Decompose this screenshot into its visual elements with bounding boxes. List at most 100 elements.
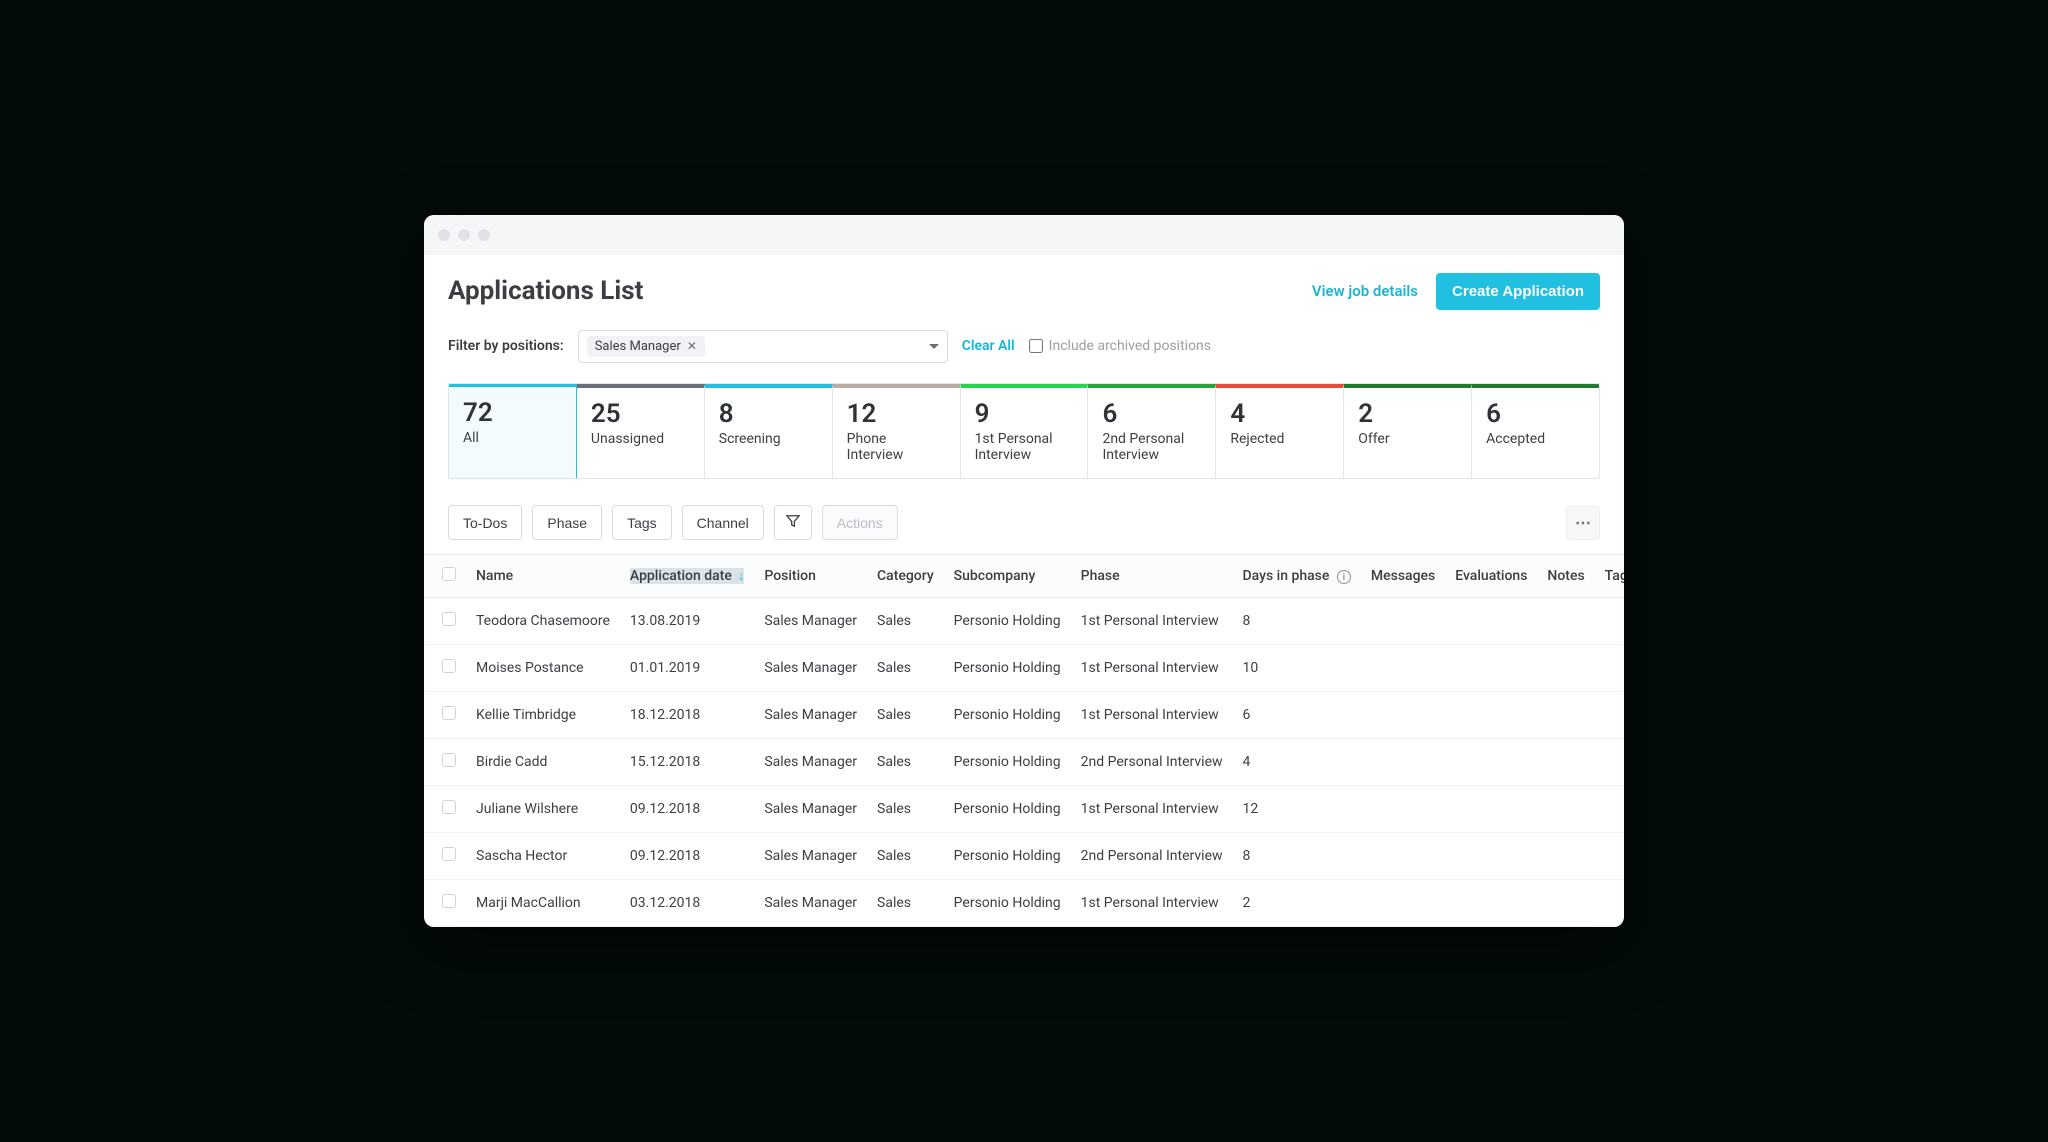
col-application-date[interactable]: Application date ↓	[620, 555, 754, 598]
view-job-details-link[interactable]: View job details	[1312, 282, 1418, 300]
actions-button: Actions	[822, 505, 898, 540]
stage-label: Rejected	[1230, 431, 1329, 448]
cell-phase: 1st Personal Interview	[1071, 692, 1233, 739]
remove-chip-icon[interactable]: ✕	[687, 339, 697, 353]
window-titlebar	[424, 215, 1624, 255]
col-name[interactable]: Name	[466, 555, 620, 598]
stage-tab[interactable]: 62nd Personal Interview	[1088, 384, 1216, 478]
include-archived-checkbox[interactable]	[1029, 339, 1043, 353]
create-application-button[interactable]: Create Application	[1436, 273, 1600, 310]
col-category[interactable]: Category	[867, 555, 944, 598]
row-checkbox[interactable]	[442, 753, 456, 767]
header-actions: View job details Create Application	[1312, 273, 1600, 310]
row-checkbox[interactable]	[442, 800, 456, 814]
stage-tab[interactable]: 25Unassigned	[577, 384, 705, 478]
cell-days: 6	[1233, 692, 1361, 739]
info-icon[interactable]: i	[1337, 570, 1351, 584]
col-days[interactable]: Days in phase i	[1233, 555, 1361, 598]
sort-desc-icon: ↓	[738, 570, 745, 583]
applications-table: Name Application date ↓ Position Categor…	[424, 555, 1624, 927]
stage-tab[interactable]: 8Screening	[705, 384, 833, 478]
filter-todos-button[interactable]: To-Dos	[448, 505, 522, 540]
col-evaluations[interactable]: Evaluations	[1445, 555, 1537, 598]
row-checkbox[interactable]	[442, 659, 456, 673]
clear-all-link[interactable]: Clear All	[962, 338, 1015, 354]
cell-name: Juliane Wilshere	[466, 786, 620, 833]
cell-subcompany: Personio Holding	[944, 598, 1071, 645]
filter-tags-button[interactable]: Tags	[612, 505, 672, 540]
col-days-label: Days in phase	[1243, 568, 1330, 584]
table-row[interactable]: Teodora Chasemoore13.08.2019Sales Manage…	[424, 598, 1624, 645]
filter-icon-button[interactable]	[774, 505, 812, 540]
col-position[interactable]: Position	[754, 555, 867, 598]
filter-phase-button[interactable]: Phase	[532, 505, 602, 540]
cell-evaluations	[1445, 739, 1537, 786]
table-row[interactable]: Marji MacCallion03.12.2018Sales ManagerS…	[424, 880, 1624, 927]
stage-count: 2	[1358, 400, 1457, 429]
window-control-zoom[interactable]	[478, 229, 490, 241]
cell-name: Marji MacCallion	[466, 880, 620, 927]
cell-date: 03.12.2018	[620, 880, 754, 927]
cell-phase: 2nd Personal Interview	[1071, 833, 1233, 880]
cell-subcompany: Personio Holding	[944, 692, 1071, 739]
table-row[interactable]: Birdie Cadd15.12.2018Sales ManagerSalesP…	[424, 739, 1624, 786]
window-control-close[interactable]	[438, 229, 450, 241]
stage-count: 9	[975, 400, 1074, 429]
row-checkbox[interactable]	[442, 847, 456, 861]
cell-position: Sales Manager	[754, 645, 867, 692]
stage-tab[interactable]: 6Accepted	[1472, 384, 1599, 478]
cell-subcompany: Personio Holding	[944, 786, 1071, 833]
cell-name: Sascha Hector	[466, 833, 620, 880]
table-row[interactable]: Kellie Timbridge18.12.2018Sales ManagerS…	[424, 692, 1624, 739]
cell-notes	[1537, 739, 1594, 786]
cell-date: 15.12.2018	[620, 739, 754, 786]
select-all-checkbox[interactable]	[442, 567, 456, 581]
cell-evaluations	[1445, 880, 1537, 927]
cell-notes	[1537, 598, 1594, 645]
more-menu-button[interactable]: ⋯	[1566, 506, 1600, 540]
stage-label: Screening	[719, 431, 818, 448]
col-messages[interactable]: Messages	[1361, 555, 1445, 598]
cell-evaluations	[1445, 645, 1537, 692]
stage-tab[interactable]: 72All	[448, 383, 577, 479]
stage-tab[interactable]: 91st Personal Interview	[961, 384, 1089, 478]
cell-position: Sales Manager	[754, 598, 867, 645]
row-checkbox[interactable]	[442, 612, 456, 626]
cell-date: 18.12.2018	[620, 692, 754, 739]
cell-days: 4	[1233, 739, 1361, 786]
table-row[interactable]: Sascha Hector09.12.2018Sales ManagerSale…	[424, 833, 1624, 880]
table-row[interactable]: Juliane Wilshere09.12.2018Sales ManagerS…	[424, 786, 1624, 833]
stage-count: 12	[847, 400, 946, 429]
cell-subcompany: Personio Holding	[944, 739, 1071, 786]
cell-name: Birdie Cadd	[466, 739, 620, 786]
cell-name: Kellie Timbridge	[466, 692, 620, 739]
stage-count: 4	[1230, 400, 1329, 429]
col-tags[interactable]: Tags	[1595, 555, 1624, 598]
funnel-icon	[786, 514, 800, 528]
col-phase[interactable]: Phase	[1071, 555, 1233, 598]
row-checkbox[interactable]	[442, 894, 456, 908]
cell-tags	[1595, 833, 1624, 880]
cell-position: Sales Manager	[754, 692, 867, 739]
cell-messages	[1361, 645, 1445, 692]
filter-channel-button[interactable]: Channel	[682, 505, 764, 540]
position-select[interactable]: Sales Manager ✕	[578, 330, 948, 363]
stage-tab[interactable]: 12Phone Interview	[833, 384, 961, 478]
stage-label: Accepted	[1486, 431, 1585, 448]
filter-label: Filter by positions:	[448, 338, 564, 354]
include-archived-toggle[interactable]: Include archived positions	[1029, 338, 1211, 354]
cell-category: Sales	[867, 598, 944, 645]
stage-count: 72	[463, 399, 562, 428]
row-checkbox[interactable]	[442, 706, 456, 720]
col-subcompany[interactable]: Subcompany	[944, 555, 1071, 598]
stage-tab[interactable]: 4 Rejected	[1216, 384, 1344, 478]
cell-notes	[1537, 833, 1594, 880]
stage-tabs: 72All25Unassigned8Screening12Phone Inter…	[448, 383, 1600, 479]
cell-subcompany: Personio Holding	[944, 880, 1071, 927]
stage-count: 6	[1102, 400, 1201, 429]
col-notes[interactable]: Notes	[1537, 555, 1594, 598]
window-control-minimize[interactable]	[458, 229, 470, 241]
cell-messages	[1361, 880, 1445, 927]
stage-tab[interactable]: 2Offer	[1344, 384, 1472, 478]
table-row[interactable]: Moises Postance01.01.2019Sales ManagerSa…	[424, 645, 1624, 692]
